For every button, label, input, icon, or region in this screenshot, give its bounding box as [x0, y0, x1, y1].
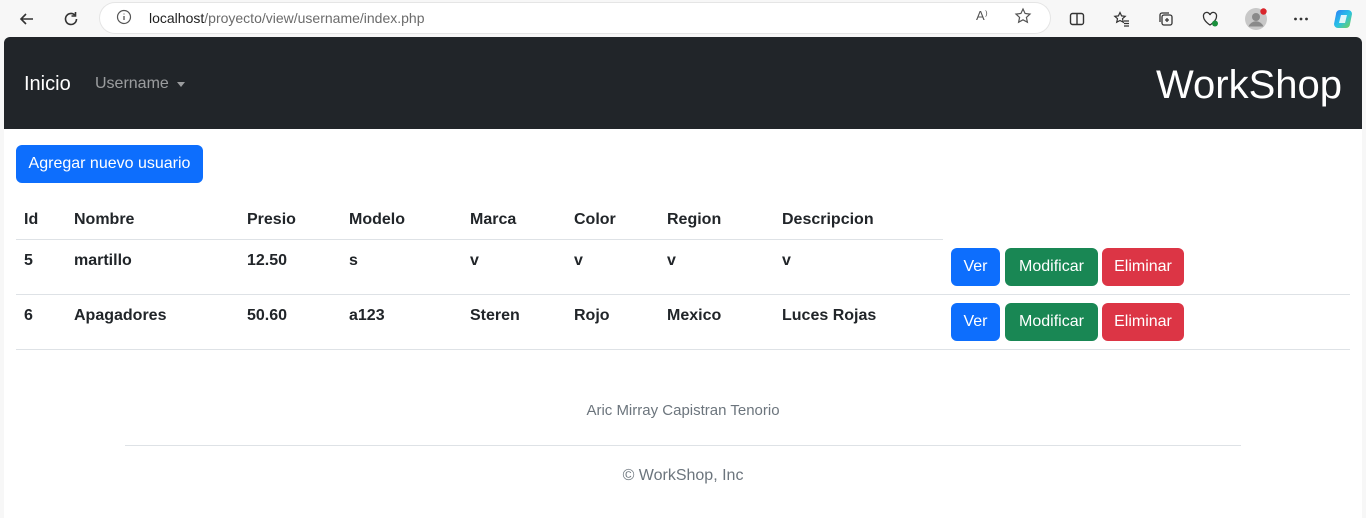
url-text: localhost/proyecto/view/username/index.p… — [149, 10, 425, 26]
header-color: Color — [574, 211, 616, 228]
cell-id: 5 — [24, 252, 33, 269]
cell-descripcion: Luces Rojas — [782, 307, 877, 324]
cell-color: Rojo — [574, 307, 610, 324]
cell-region: Mexico — [667, 307, 722, 324]
header-nombre: Nombre — [74, 211, 135, 228]
reload-icon[interactable] — [58, 6, 84, 32]
row-divider — [16, 294, 1350, 295]
cell-presio: 50.60 — [247, 307, 288, 324]
cell-presio: 12.50 — [247, 252, 288, 269]
back-icon[interactable] — [14, 6, 40, 32]
cell-modelo: s — [349, 252, 358, 269]
browser-toolbar: localhost/proyecto/view/username/index.p… — [0, 0, 1366, 37]
more-options-icon[interactable] — [1288, 6, 1314, 32]
cell-nombre: martillo — [74, 252, 132, 269]
cell-modelo: a123 — [349, 307, 385, 324]
collections-icon[interactable] — [1153, 6, 1179, 32]
view-button[interactable]: Ver — [951, 248, 1000, 286]
favorite-star-icon[interactable] — [1014, 7, 1032, 30]
header-descripcion: Descripcion — [782, 211, 874, 228]
cell-descripcion: v — [782, 252, 791, 269]
cell-region: v — [667, 252, 676, 269]
profile-avatar[interactable] — [1243, 6, 1269, 32]
copilot-icon[interactable] — [1331, 6, 1357, 32]
view-button[interactable]: Ver — [951, 303, 1000, 341]
site-title: WorkShop — [1155, 63, 1342, 107]
header-region: Region — [667, 211, 722, 228]
delete-button[interactable]: Eliminar — [1102, 303, 1184, 341]
cell-marca: Steren — [470, 307, 520, 324]
footer-author: Aric Mirray Capistran Tenorio — [586, 402, 780, 419]
page-viewport: Inicio Username WorkShop Agregar nuevo u… — [4, 37, 1362, 518]
cell-nombre: Apagadores — [74, 307, 167, 324]
browser-essentials-icon[interactable] — [1197, 6, 1223, 32]
split-screen-icon[interactable] — [1064, 6, 1090, 32]
navbar: Inicio Username WorkShop — [4, 37, 1362, 129]
add-user-button[interactable]: Agregar nuevo usuario — [16, 145, 203, 183]
address-bar[interactable]: localhost/proyecto/view/username/index.p… — [100, 3, 1050, 33]
edit-button[interactable]: Modificar — [1005, 248, 1098, 286]
header-marca: Marca — [470, 211, 517, 228]
header-presio: Presio — [247, 211, 296, 228]
caret-down-icon — [176, 81, 185, 87]
site-info-icon[interactable] — [116, 9, 132, 30]
favorites-icon[interactable] — [1109, 6, 1135, 32]
header-modelo: Modelo — [349, 211, 405, 228]
table-header-divider — [16, 239, 943, 240]
row-divider — [16, 349, 1350, 350]
nav-brand-inicio[interactable]: Inicio — [24, 73, 71, 96]
username-dropdown[interactable]: Username — [95, 75, 185, 93]
delete-button[interactable]: Eliminar — [1102, 248, 1184, 286]
read-aloud-icon[interactable]: A⁾ — [976, 8, 988, 24]
username-dropdown-label: Username — [95, 75, 169, 92]
cell-id: 6 — [24, 307, 33, 324]
footer-divider — [125, 445, 1241, 446]
edit-button[interactable]: Modificar — [1005, 303, 1098, 341]
cell-marca: v — [470, 252, 479, 269]
footer-copyright: © WorkShop, Inc — [622, 467, 744, 484]
header-id: Id — [24, 211, 39, 228]
cell-color: v — [574, 252, 583, 269]
